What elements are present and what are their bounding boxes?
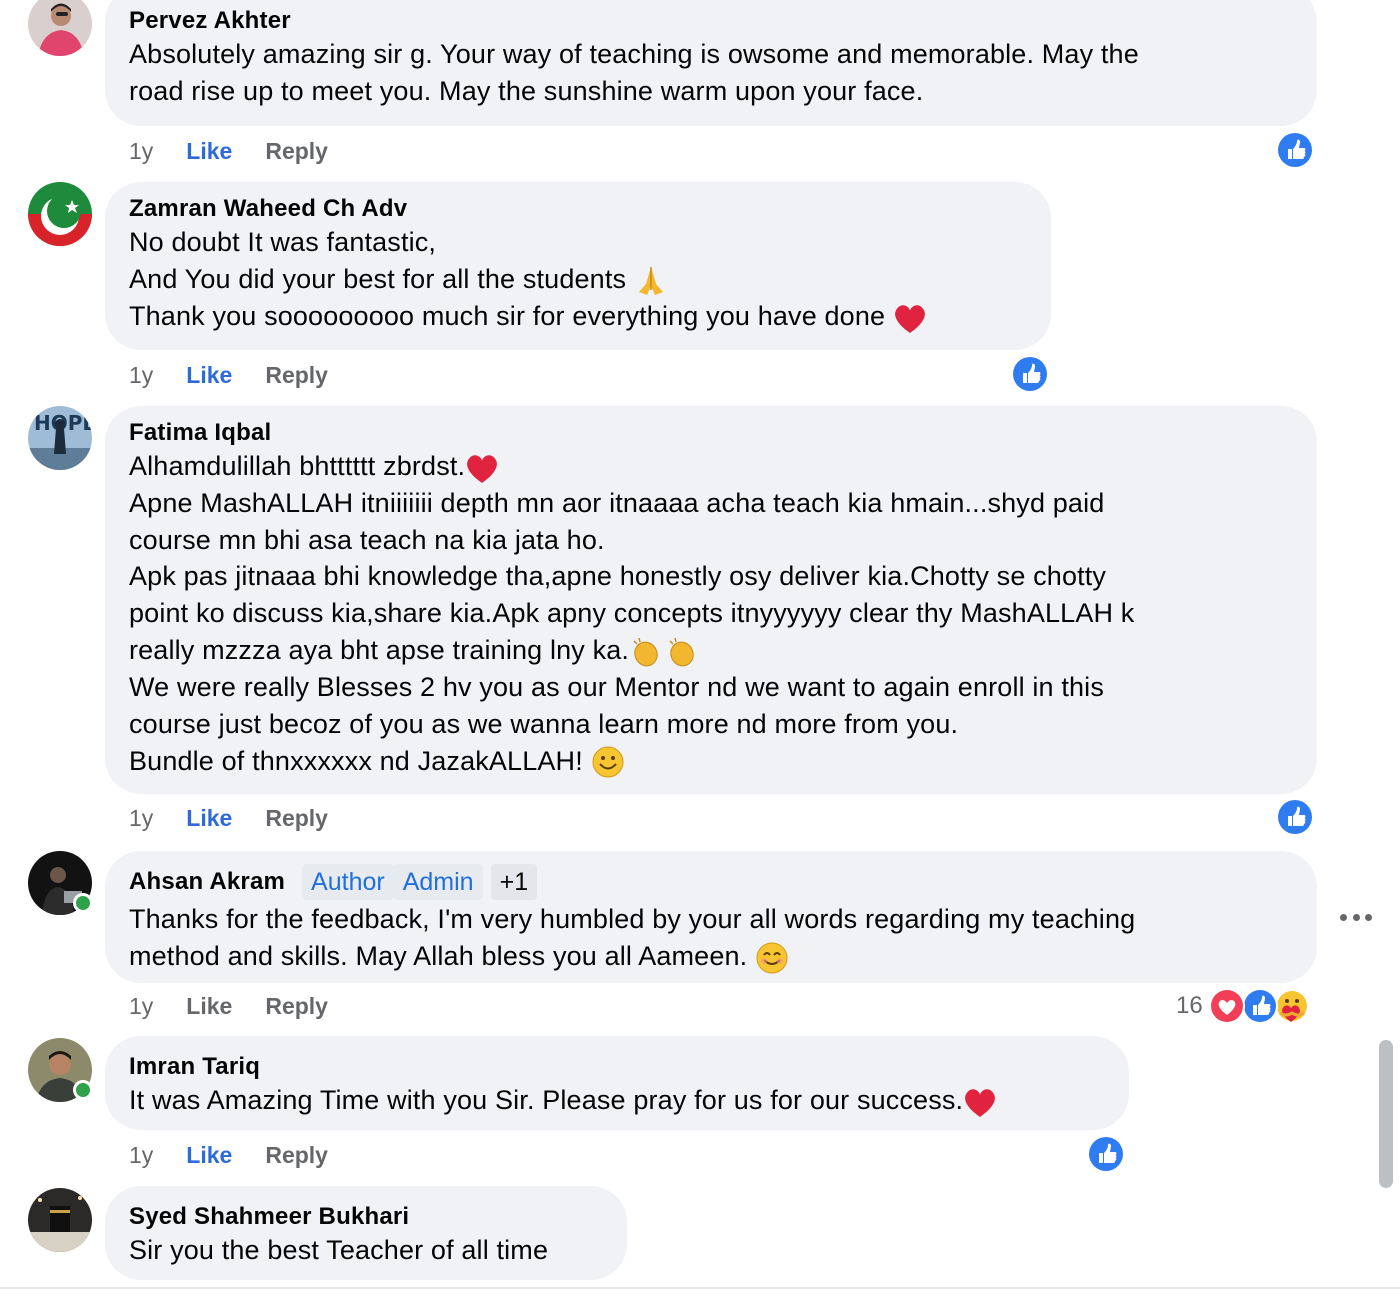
comment-text-line: Thanks for the feedback, I'm very humble… xyxy=(129,901,1293,975)
online-status-indicator xyxy=(73,1080,93,1100)
reaction-summary[interactable] xyxy=(1012,356,1048,392)
comment-text: Thanks for the feedback, I'm very humble… xyxy=(129,904,1136,971)
like-icon xyxy=(1089,1137,1123,1171)
comment-text-line: Bundle of thnxxxxxx nd JazakALLAH! xyxy=(129,743,1293,780)
online-status-indicator xyxy=(73,893,93,913)
timestamp[interactable]: 1y xyxy=(129,362,153,389)
more-badges[interactable]: +1 xyxy=(490,864,538,900)
smiling-eyes-emoji xyxy=(756,942,788,974)
like-button[interactable]: Like xyxy=(186,138,232,165)
timestamp[interactable]: 1y xyxy=(129,138,153,165)
clapping-hands-emoji xyxy=(633,637,694,667)
red-heart-emoji xyxy=(965,1089,996,1117)
like-icon xyxy=(1013,357,1047,391)
like-button[interactable]: Like xyxy=(186,1142,232,1169)
author-badge[interactable]: Author xyxy=(302,864,394,900)
avatar-photo xyxy=(28,0,92,56)
comment-text-line: Alhamdulillah bhtttttt zbrdst. xyxy=(129,448,1293,485)
comment-actions: 1y Like Reply xyxy=(129,805,328,832)
comment-actions: 1y Like Reply xyxy=(129,993,328,1020)
author-name[interactable]: Syed Shahmeer Bukhari xyxy=(129,1203,409,1231)
avatar[interactable] xyxy=(28,0,92,56)
comment-actions: 1y Like Reply xyxy=(129,362,328,389)
author-name[interactable]: Zamran Waheed Ch Adv xyxy=(129,195,407,223)
admin-badge[interactable]: Admin xyxy=(393,864,483,900)
comment-actions: 1y Like Reply xyxy=(129,1142,328,1169)
comment-bubble: Fatima Iqbal Alhamdulillah bhtttttt zbrd… xyxy=(105,406,1317,794)
comment-text: Thank you sooooooooo much sir for everyt… xyxy=(129,300,893,331)
like-button[interactable]: Like xyxy=(186,362,232,389)
comment-text-line: Thank you sooooooooo much sir for everyt… xyxy=(129,298,1027,335)
reaction-summary[interactable] xyxy=(1277,799,1313,835)
comment-text: Apne MashALLAH itniiiiiii depth mn aor i… xyxy=(129,487,1135,629)
more-options-icon[interactable] xyxy=(1340,912,1372,922)
comment-bubble: Pervez Akhter Absolutely amazing sir g. … xyxy=(105,0,1317,126)
care-icon xyxy=(1275,989,1309,1023)
comment-text: We were really Blesses 2 hv you as our M… xyxy=(129,671,1104,739)
like-button[interactable]: Like xyxy=(186,805,232,832)
like-icon xyxy=(1278,800,1312,834)
red-heart-emoji xyxy=(894,304,925,333)
love-icon xyxy=(1209,988,1245,1024)
scrollbar-thumb[interactable] xyxy=(1379,1040,1393,1188)
reply-button[interactable]: Reply xyxy=(265,993,328,1020)
comment-text: And You did your best for all the studen… xyxy=(129,263,634,294)
avatar[interactable] xyxy=(28,851,93,915)
reaction-summary[interactable] xyxy=(1088,1136,1124,1172)
comment-bubble: Imran Tariq It was Amazing Time with you… xyxy=(105,1036,1129,1130)
comment-bubble: Zamran Waheed Ch Adv No doubt It was fan… xyxy=(105,182,1051,350)
author-name[interactable]: Fatima Iqbal xyxy=(129,419,271,447)
author-name[interactable]: Imran Tariq xyxy=(129,1053,260,1081)
comment-text-line: And You did your best for all the studen… xyxy=(129,261,1027,298)
timestamp[interactable]: 1y xyxy=(129,805,153,832)
avatar[interactable]: HOPE xyxy=(28,406,92,470)
reaction-count[interactable]: 16 xyxy=(1176,992,1203,1020)
comment-text-line: It was Amazing Time with you Sir. Please… xyxy=(129,1082,1105,1119)
like-icon xyxy=(1278,133,1312,167)
timestamp[interactable]: 1y xyxy=(129,993,153,1020)
author-name[interactable]: Ahsan Akram xyxy=(129,868,285,896)
reply-button[interactable]: Reply xyxy=(265,1142,328,1169)
avatar[interactable] xyxy=(28,1038,93,1102)
reaction-summary[interactable] xyxy=(1277,132,1313,168)
reply-button[interactable]: Reply xyxy=(265,805,328,832)
folded-hands-emoji xyxy=(638,266,663,295)
comment-actions: 1y Like Reply xyxy=(129,138,328,165)
comment-text: really mzzza aya bht apse training lny k… xyxy=(129,635,630,666)
avatar-photo xyxy=(28,1188,92,1252)
reply-button[interactable]: Reply xyxy=(265,138,328,165)
like-button[interactable]: Like xyxy=(186,993,232,1020)
avatar-photo: HOPE xyxy=(28,406,92,470)
comment-text: Alhamdulillah bhtttttt zbrdst. xyxy=(129,451,466,481)
comment-text-line: really mzzza aya bht apse training lny k… xyxy=(129,632,1293,669)
comment-text: Bundle of thnxxxxxx nd JazakALLAH! xyxy=(129,745,591,776)
comment-text-line: No doubt It was fantastic, xyxy=(129,227,437,257)
comment-bubble: Ahsan Akram Author Admin +1 Thanks for t… xyxy=(105,851,1317,983)
comment-bubble: Syed Shahmeer Bukhari Sir you the best T… xyxy=(105,1186,627,1280)
comment-text: Absolutely amazing sir g. Your way of te… xyxy=(129,39,1139,106)
avatar-photo xyxy=(28,182,92,246)
comment-text: Sir you the best Teacher of all time xyxy=(129,1235,549,1265)
comment-text: It was Amazing Time with you Sir. Please… xyxy=(129,1085,964,1115)
avatar[interactable] xyxy=(28,182,92,246)
smiling-face-emoji xyxy=(592,746,623,778)
like-icon xyxy=(1242,988,1278,1024)
red-heart-emoji xyxy=(467,455,498,483)
reaction-summary[interactable] xyxy=(1208,987,1312,1025)
avatar[interactable] xyxy=(28,1188,92,1252)
divider xyxy=(0,1287,1400,1289)
author-name[interactable]: Pervez Akhter xyxy=(129,7,291,35)
reply-button[interactable]: Reply xyxy=(265,362,328,389)
timestamp[interactable]: 1y xyxy=(129,1142,153,1169)
